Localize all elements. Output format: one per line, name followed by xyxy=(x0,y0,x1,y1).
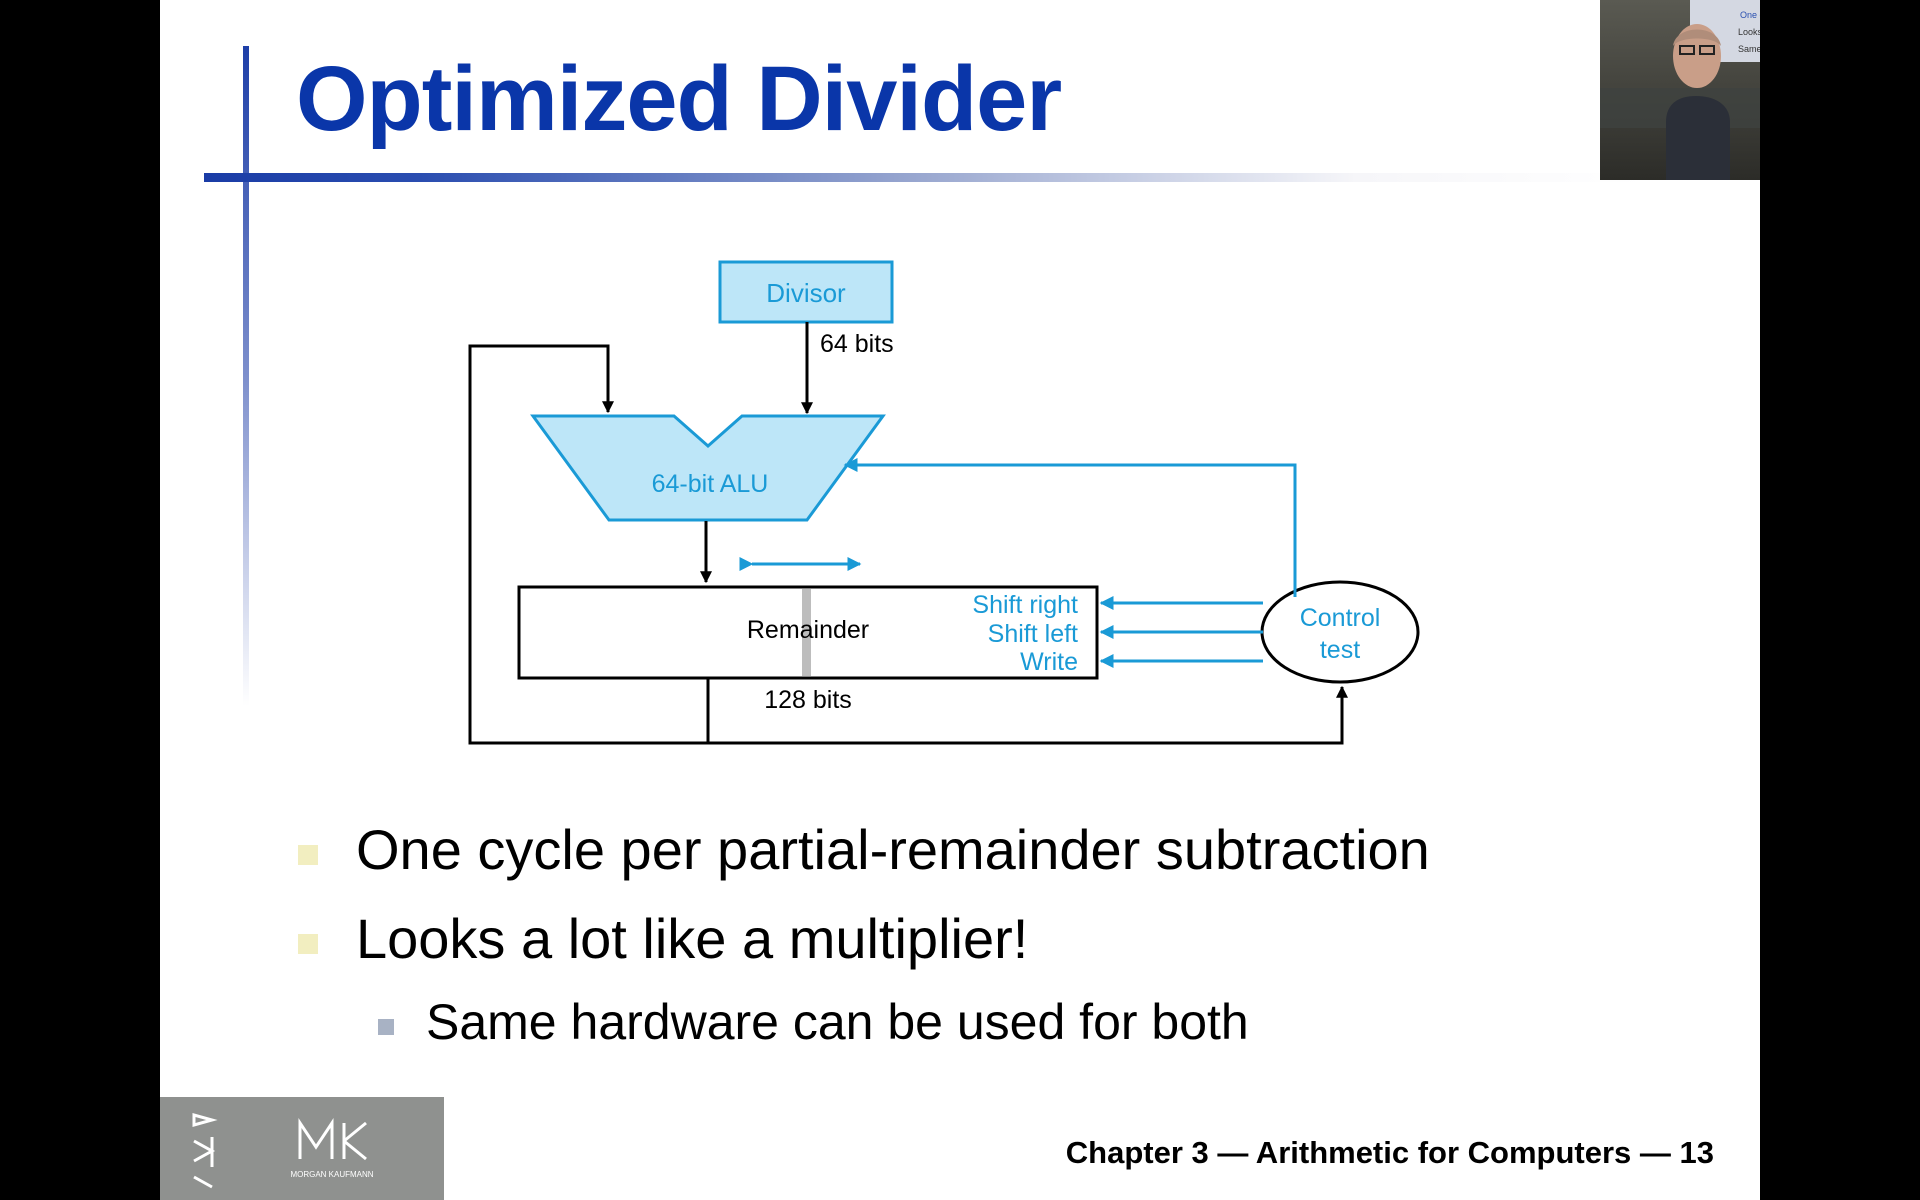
control-test xyxy=(1260,580,1420,684)
shift-right-label: Shift right xyxy=(972,591,1078,619)
write-label: Write xyxy=(1020,648,1078,676)
logo-caption: MORGAN KAUFMANN xyxy=(290,1170,373,1179)
sub-bullet-marker xyxy=(378,1019,394,1035)
webcam-scene: One cycle per partial-remaind Looks a lo… xyxy=(1600,0,1760,180)
webcam-slide-text-3: Same hardware can be used xyxy=(1738,44,1760,54)
sub-bullet-1: Same hardware can be used for both xyxy=(426,994,1249,1050)
remainder-width-label: 128 bits xyxy=(764,686,852,714)
slide: Optimized Divider Divisor 64 bits 64-bit… xyxy=(160,0,1760,1200)
slide-footer: Chapter 3 — Arithmetic for Computers — 1… xyxy=(1065,1135,1714,1170)
webcam-slide-text-1: One cycle per partial-remaind xyxy=(1740,10,1760,20)
bullet-2: Looks a lot like a multiplier! xyxy=(356,907,1029,970)
divisor-label: Divisor xyxy=(766,278,846,308)
shift-left-label: Shift left xyxy=(988,620,1078,648)
bullet-marker xyxy=(298,845,318,865)
morgan-kaufmann-logo: MORGAN KAUFMANN xyxy=(160,1097,444,1200)
webcam-slide-text-2: Looks a lot like a multiplier! xyxy=(1738,27,1760,37)
divisor-width-label: 64 bits xyxy=(820,330,894,358)
feedback-loop xyxy=(468,344,710,745)
bullet-1: One cycle per partial-remainder subtract… xyxy=(356,818,1430,881)
presenter-webcam: One cycle per partial-remaind Looks a lo… xyxy=(1600,0,1760,180)
control-label-line1: Control xyxy=(1300,604,1381,632)
alu-shape xyxy=(530,414,886,522)
bullet-marker xyxy=(298,934,318,954)
remainder-label: Remainder xyxy=(747,616,869,644)
presenter-figure xyxy=(1666,96,1730,180)
mk-logo-icon: MORGAN KAUFMANN xyxy=(192,1113,374,1189)
alu-control-signal xyxy=(843,458,1297,597)
divider-diagram: Divisor 64 bits 64-bit ALU Remainder Shi… xyxy=(468,260,1420,745)
control-label-line2: test xyxy=(1320,636,1360,664)
alu-label: 64-bit ALU xyxy=(652,470,769,498)
